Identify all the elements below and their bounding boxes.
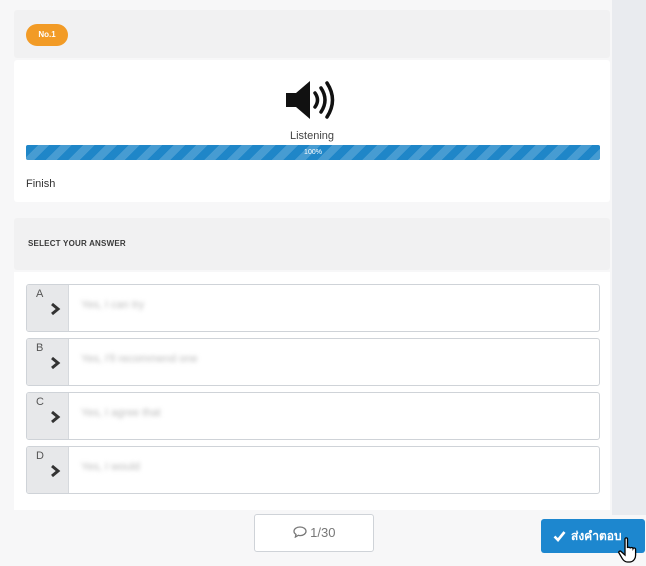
comment-icon xyxy=(292,526,307,539)
speaker-icon[interactable] xyxy=(284,78,340,122)
question-body: Listening 100% Finish xyxy=(14,60,610,202)
progress-text: 100% xyxy=(304,149,322,156)
option-letter-box: C xyxy=(27,393,69,439)
chevron-right-icon xyxy=(51,356,61,370)
right-gutter xyxy=(612,0,646,515)
option-letter-box: D xyxy=(27,447,69,493)
option-letter: D xyxy=(36,450,44,462)
question-counter-button[interactable]: 1/30 xyxy=(254,514,374,552)
chevron-right-icon xyxy=(51,302,61,316)
option-text: Yes, I would xyxy=(81,461,140,473)
media-type-label: Listening xyxy=(289,130,335,142)
status-text: Finish xyxy=(26,178,56,190)
option-text: Yes, I'll recommend one xyxy=(81,353,198,365)
answer-option-d[interactable]: D Yes, I would xyxy=(26,446,600,494)
answer-section-title: SELECT YOUR ANSWER xyxy=(28,239,126,248)
check-icon xyxy=(553,531,566,542)
hand-cursor-icon xyxy=(618,537,637,563)
answer-header: SELECT YOUR ANSWER xyxy=(14,218,610,270)
answer-list: A Yes, I can try B Yes, I'll recommend o… xyxy=(14,272,610,510)
answer-option-c[interactable]: C Yes, I agree that xyxy=(26,392,600,440)
answer-option-b[interactable]: B Yes, I'll recommend one xyxy=(26,338,600,386)
answer-option-a[interactable]: A Yes, I can try xyxy=(26,284,600,332)
question-header: No.1 xyxy=(14,10,610,58)
option-text: Yes, I can try xyxy=(81,299,145,311)
counter-text: 1/30 xyxy=(310,525,336,540)
question-number-badge: No.1 xyxy=(26,24,68,46)
option-letter-box: B xyxy=(27,339,69,385)
option-letter: C xyxy=(36,396,44,408)
chevron-right-icon xyxy=(51,410,61,424)
option-letter-box: A xyxy=(27,285,69,331)
quiz-page: No.1 Listening 100% Finish SELECT YOUR A… xyxy=(0,0,646,566)
listening-progress-bar: 100% xyxy=(26,145,600,160)
submit-label: ส่งคำตอบ xyxy=(571,529,622,543)
option-letter: B xyxy=(36,342,44,354)
chevron-right-icon xyxy=(51,464,61,478)
option-text: Yes, I agree that xyxy=(81,407,161,419)
option-letter: A xyxy=(36,288,44,300)
